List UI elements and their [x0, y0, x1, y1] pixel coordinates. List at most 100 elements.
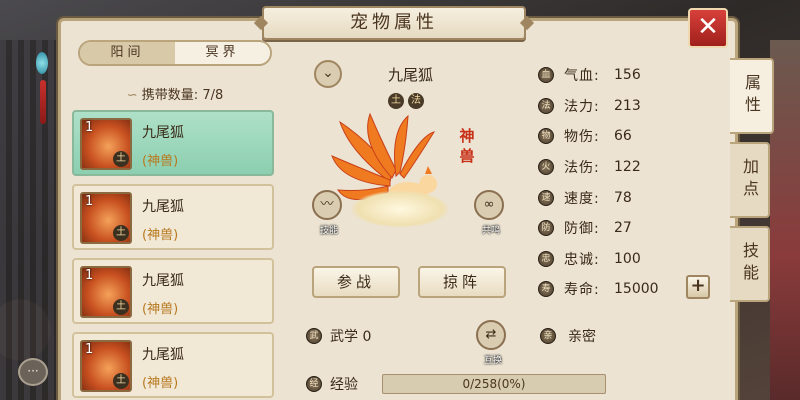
- pet-list-item[interactable]: 1 土 九尾狐 (神兽): [72, 184, 274, 250]
- side-tabs: 属性 加点 技能: [730, 58, 774, 310]
- stat-label: 法力:: [564, 98, 600, 115]
- pet-list-item[interactable]: 1 土 九尾狐 (神兽): [72, 332, 274, 398]
- stat-value: 122: [614, 159, 641, 176]
- stat-label: 防御:: [564, 221, 600, 238]
- swap-caption: 互换: [483, 356, 502, 366]
- stat-value: 15000: [614, 281, 659, 298]
- martial-arts-value: 武学 0: [330, 329, 372, 345]
- waveform-icon: 〰: [320, 197, 334, 212]
- carry-count: ∽ 携带数量: 7/8: [78, 84, 272, 104]
- tab-yangjian[interactable]: 阳间: [80, 42, 175, 64]
- stat-row-speed: 速 速度: 78: [538, 182, 718, 213]
- stat-row-hp: 血 气血: 156: [538, 60, 718, 91]
- pet-level: 1: [85, 268, 94, 283]
- intimacy-label: 亲密: [568, 329, 596, 345]
- carry-label: 携带数量:: [141, 88, 199, 103]
- formation-button[interactable]: 掠阵: [418, 266, 506, 298]
- stat-row-physical-damage: 物 物伤: 66: [538, 121, 718, 152]
- stat-value: 100: [614, 250, 641, 267]
- loyalty-icon: 忠: [538, 250, 554, 267]
- pet-list-item[interactable]: 1 土 九尾狐 (神兽): [72, 110, 274, 176]
- carry-value: 7/8: [202, 88, 224, 103]
- tab-add-points[interactable]: 加点: [730, 142, 770, 218]
- pet-name: 九尾狐: [142, 347, 184, 363]
- tab-mingjie[interactable]: 冥界: [175, 42, 270, 64]
- add-lifespan-button[interactable]: +: [686, 275, 710, 299]
- tab-skills[interactable]: 技能: [730, 226, 770, 302]
- stat-value: 66: [614, 128, 632, 145]
- pet-list-item[interactable]: 1 土 九尾狐 (神兽): [72, 258, 274, 324]
- fire-icon: 火: [538, 159, 554, 176]
- stat-row-loyalty: 忠 忠诚: 100: [538, 244, 718, 275]
- pet-name: 九尾狐: [142, 199, 184, 215]
- element-earth-icon: 土: [113, 299, 129, 315]
- infinity-icon: ∞: [483, 197, 495, 212]
- mp-icon: 法: [538, 97, 554, 114]
- exp-progress-text: 0/258(0%): [462, 377, 526, 391]
- stat-label: 速度:: [564, 190, 600, 207]
- stat-row-defense: 防 防御: 27: [538, 213, 718, 244]
- roof-decoration: [0, 40, 60, 400]
- pet-avatar: 1 土: [80, 340, 132, 392]
- stat-label: 忠诚:: [564, 251, 600, 268]
- intimacy-row: 亲 亲密: [540, 326, 596, 346]
- stat-value: 156: [614, 67, 641, 84]
- stat-label: 物伤:: [564, 129, 600, 146]
- pet-level: 1: [85, 120, 94, 135]
- stat-value: 78: [614, 189, 632, 206]
- shield-icon: 防: [538, 220, 554, 237]
- pet-skill-round-button[interactable]: 〰 技能: [312, 190, 342, 236]
- exp-icon: 经: [306, 376, 322, 392]
- pet-type: (神兽): [142, 154, 179, 169]
- tab-attributes[interactable]: 属性: [730, 58, 774, 134]
- pet-avatar: 1 土: [80, 266, 132, 318]
- pet-resonance-round-button[interactable]: ∞ 共鸣: [474, 190, 504, 236]
- element-earth-icon: 土: [113, 373, 129, 389]
- pet-avatar: 1 土: [80, 118, 132, 170]
- lifespan-icon: 寿: [538, 281, 554, 298]
- rarity-tag: 神兽: [459, 127, 475, 165]
- stat-label: 法伤:: [564, 160, 600, 177]
- swap-icon: ⇄: [485, 327, 497, 342]
- skill-caption: 技能: [319, 226, 338, 236]
- swap-button[interactable]: ⇄ 互换: [476, 320, 506, 366]
- stat-label: 气血:: [564, 68, 600, 85]
- stat-row-mp: 法 法力: 213: [538, 91, 718, 122]
- swirl-left-icon: ∽: [126, 88, 138, 103]
- fight-button[interactable]: 参战: [312, 266, 400, 298]
- stat-row-magic-damage: 火 法伤: 122: [538, 152, 718, 183]
- panel-title: 宠物属性: [262, 6, 526, 40]
- speed-icon: 速: [538, 189, 554, 206]
- sword-icon: 物: [538, 128, 554, 145]
- pet-detail-name: 九尾狐: [388, 66, 434, 84]
- exp-label: 经验: [330, 377, 358, 393]
- nine-tailed-fox-image: [330, 112, 460, 232]
- close-button[interactable]: ✕: [688, 8, 728, 48]
- pet-name: 九尾狐: [142, 125, 184, 141]
- background-right-decoration: [770, 40, 800, 400]
- stats-list: 血 气血: 156 法 法力: 213 物 物伤: 66 火 法伤: 122 速…: [538, 60, 718, 305]
- resonance-caption: 共鸣: [481, 226, 500, 236]
- martial-arts-icon: 武: [306, 328, 322, 344]
- tassel-ornament-icon: [40, 80, 46, 124]
- stat-value: 27: [614, 220, 632, 237]
- pet-type: (神兽): [142, 376, 179, 391]
- element-earth-icon: 土: [113, 225, 129, 241]
- exp-progress-bar: 0/258(0%): [382, 374, 606, 394]
- stat-label: 寿命:: [564, 282, 600, 299]
- pet-platform: [350, 190, 450, 228]
- chat-icon[interactable]: ···: [18, 358, 48, 386]
- chevron-down-icon[interactable]: ⌄: [314, 60, 342, 88]
- gem-ornament-icon: [36, 52, 48, 74]
- hp-icon: 血: [538, 67, 554, 84]
- pet-level: 1: [85, 194, 94, 209]
- element-earth-icon: 土: [388, 93, 404, 109]
- pet-avatar: 1 土: [80, 192, 132, 244]
- pet-name: 九尾狐: [142, 273, 184, 289]
- stat-value: 213: [614, 97, 641, 114]
- pet-level: 1: [85, 342, 94, 357]
- element-magic-icon: 法: [408, 93, 424, 109]
- pet-type: (神兽): [142, 302, 179, 317]
- intimacy-icon: 亲: [540, 328, 556, 344]
- pet-element-icons: 土 法: [388, 93, 424, 109]
